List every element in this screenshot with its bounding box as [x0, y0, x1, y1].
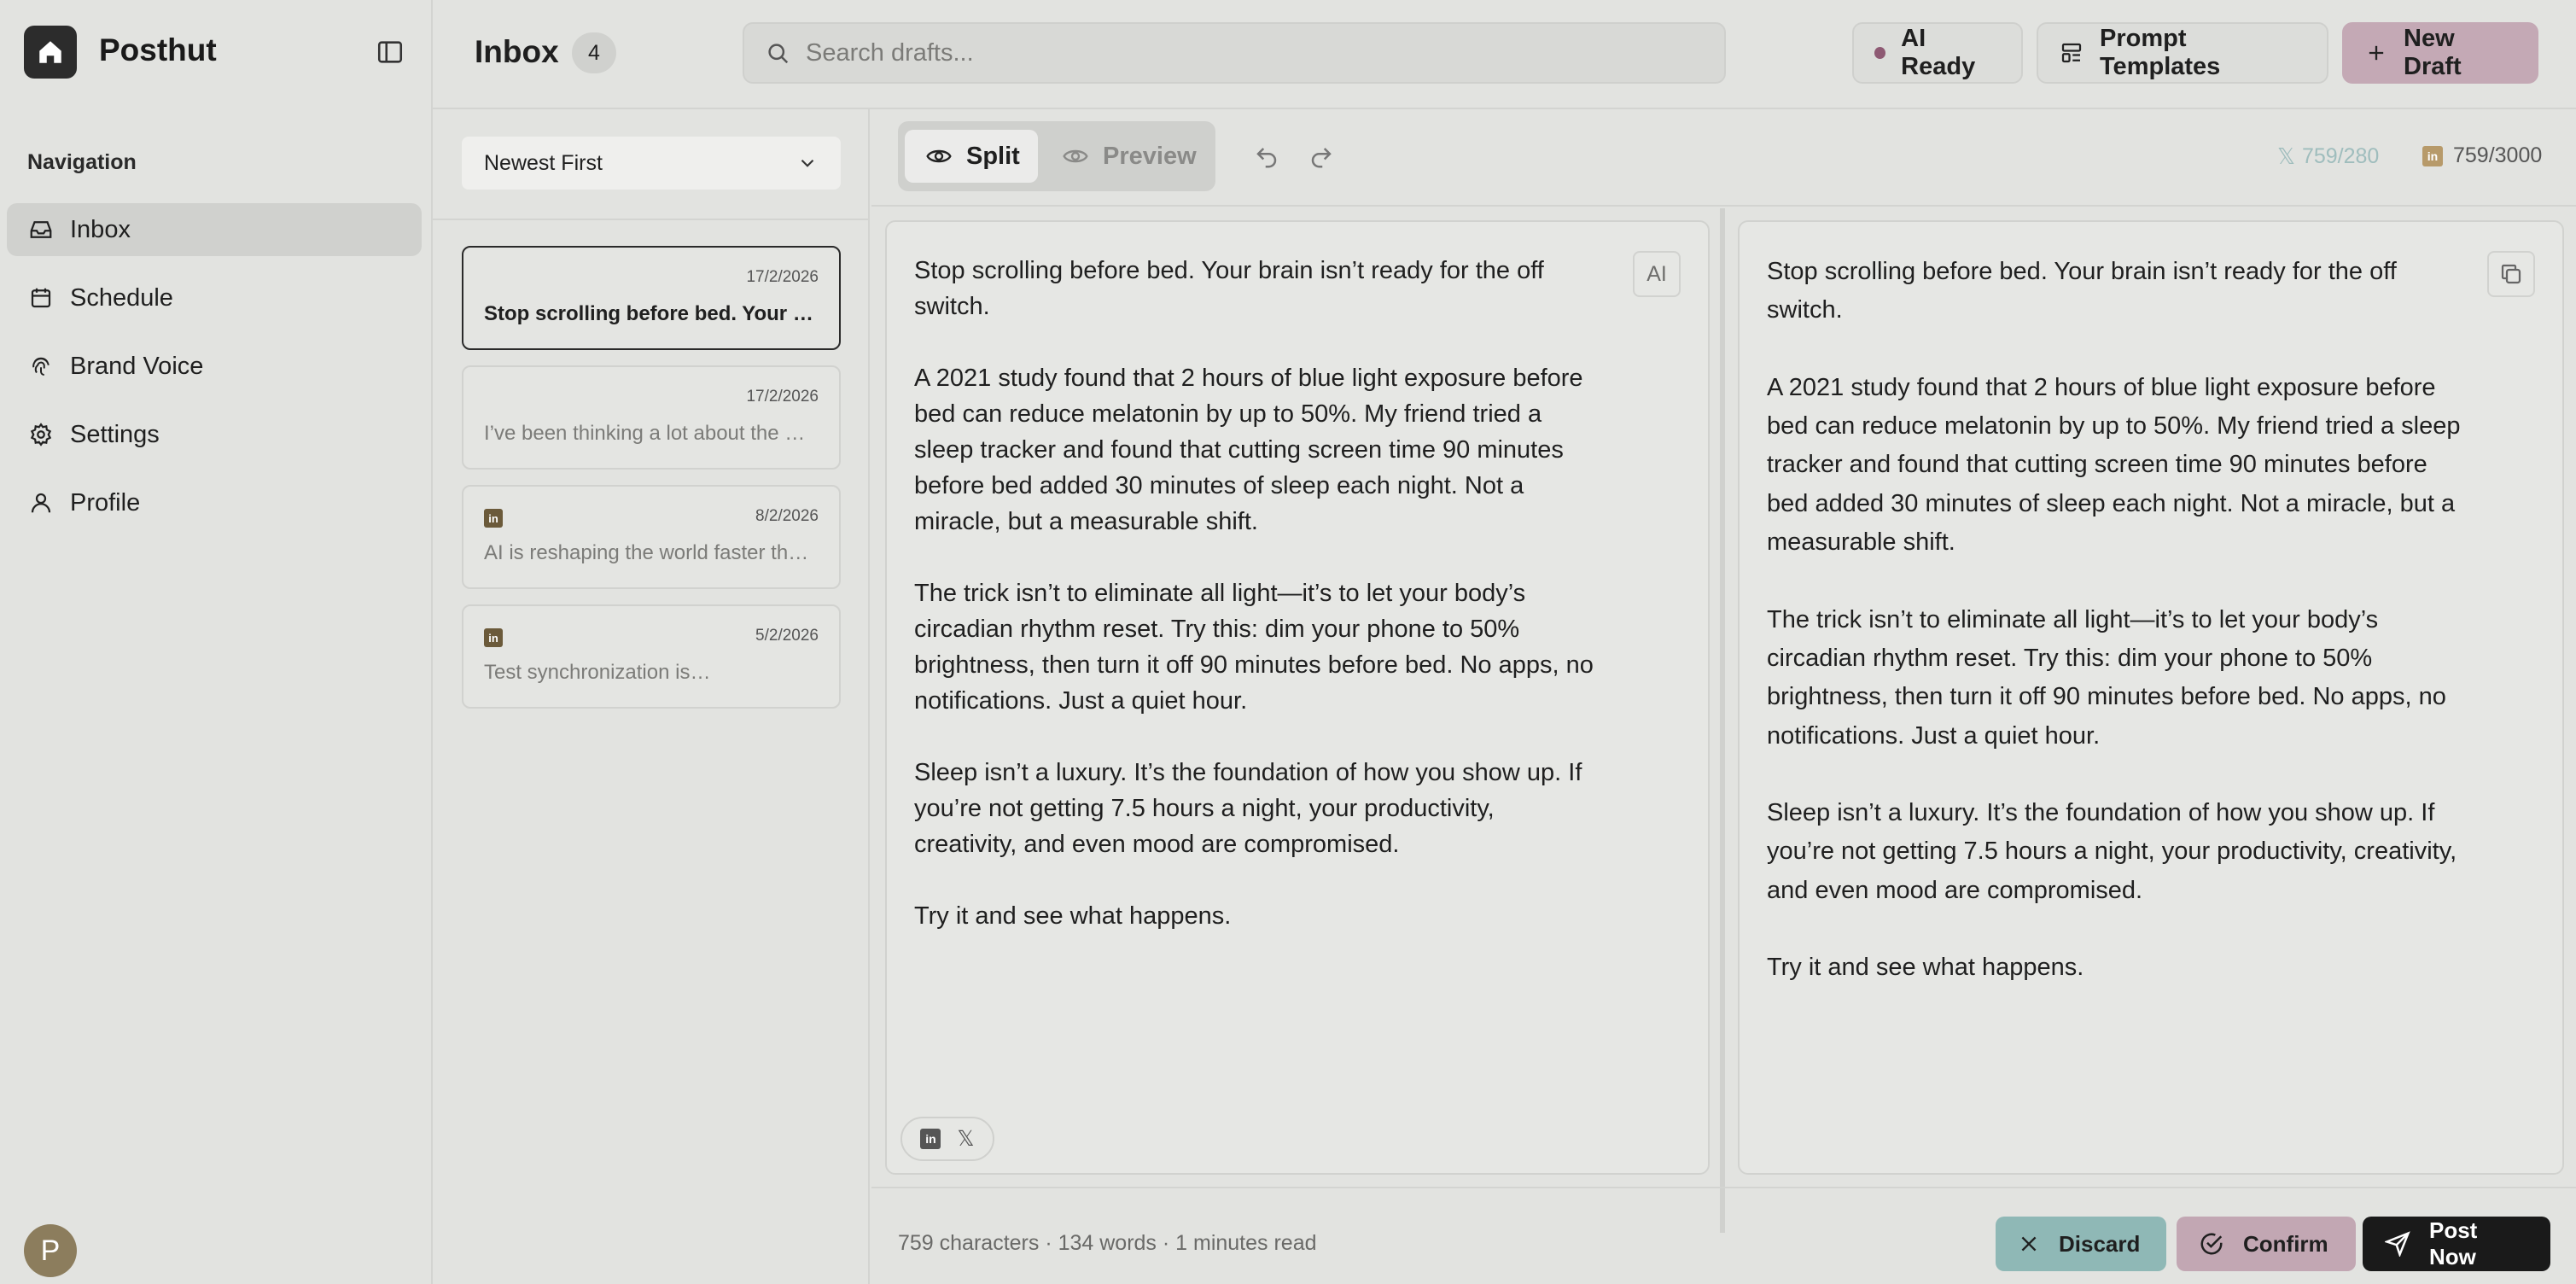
- search-icon: [765, 40, 790, 66]
- avatar[interactable]: P: [24, 1224, 77, 1277]
- preview-text: Stop scrolling before bed. Your brain is…: [1767, 258, 2461, 982]
- sidebar-item-inbox[interactable]: Inbox: [7, 203, 422, 256]
- draft-card[interactable]: in 5/2/2026 Test synchronization is…: [462, 604, 841, 709]
- ai-status-dot: [1874, 47, 1886, 59]
- sidebar-toggle-icon[interactable]: [376, 38, 405, 67]
- draft-preview: Test synchronization is…: [484, 661, 711, 684]
- editor-pane[interactable]: Stop scrolling before bed. Your brain is…: [885, 220, 1710, 1175]
- sidebar-item-label: Brand Voice: [70, 352, 204, 380]
- linkedin-count-text: 759/3000: [2453, 143, 2543, 167]
- sort-dropdown[interactable]: Newest First: [462, 137, 841, 190]
- gear-icon: [27, 421, 55, 448]
- sidebar-item-label: Schedule: [70, 283, 173, 312]
- split-label: Split: [966, 142, 1020, 170]
- linkedin-icon: in: [2422, 145, 2443, 166]
- redo-icon[interactable]: [1304, 140, 1338, 174]
- draft-card[interactable]: 17/2/2026 Stop scrolling before bed. You…: [462, 246, 841, 350]
- confirm-label: Confirm: [2243, 1230, 2328, 1257]
- check-circle-icon: [2199, 1231, 2224, 1257]
- close-icon: [2018, 1233, 2040, 1255]
- eye-icon: [1062, 143, 1089, 170]
- sidebar-item-schedule[interactable]: Schedule: [7, 271, 422, 324]
- sidebar: Posthut Navigation Inbox Schedule Brand …: [0, 0, 433, 1284]
- app-name: Posthut: [99, 32, 217, 67]
- draft-card[interactable]: in 8/2/2026 AI is reshaping the world fa…: [462, 485, 841, 589]
- ai-status-label: AI Ready: [1901, 25, 1976, 80]
- copy-icon[interactable]: [2487, 251, 2535, 297]
- draft-date: 8/2/2026: [755, 507, 819, 525]
- post-now-button[interactable]: Post Now: [2363, 1217, 2550, 1271]
- nav-heading: Navigation: [27, 150, 137, 174]
- linkedin-icon: in: [484, 509, 503, 528]
- x-logo-icon[interactable]: 𝕏: [957, 1126, 974, 1152]
- sidebar-item-profile[interactable]: Profile: [7, 476, 422, 529]
- platform-selector[interactable]: in 𝕏: [900, 1117, 994, 1161]
- logo-home-icon[interactable]: [24, 26, 77, 79]
- post-now-label: Post Now: [2429, 1217, 2478, 1269]
- draft-date: 17/2/2026: [746, 388, 819, 406]
- draft-preview: AI is reshaping the world faster than we…: [484, 541, 819, 564]
- search-bar[interactable]: [743, 22, 1726, 84]
- sort-value: Newest First: [484, 150, 603, 175]
- template-icon: [2059, 40, 2084, 66]
- linkedin-char-count: in 759/3000: [2422, 143, 2542, 168]
- sidebar-item-brand-voice[interactable]: Brand Voice: [7, 340, 422, 393]
- chevron-down-icon: [796, 152, 819, 174]
- calendar-icon: [27, 284, 55, 312]
- sidebar-item-settings[interactable]: Settings: [7, 408, 422, 461]
- ai-assist-button[interactable]: AI: [1633, 251, 1681, 297]
- sidebar-item-label: Settings: [70, 420, 160, 448]
- preview-label: Preview: [1103, 142, 1197, 170]
- draft-card[interactable]: 17/2/2026 I’ve been thinking a lot about…: [462, 365, 841, 470]
- new-draft-label: New Draft: [2404, 25, 2462, 80]
- send-icon: [2385, 1231, 2410, 1257]
- prompt-templates-label: Prompt Templates: [2100, 25, 2221, 80]
- sidebar-item-label: Profile: [70, 488, 141, 517]
- page-title: Inbox: [475, 34, 559, 69]
- draft-date: 5/2/2026: [755, 627, 819, 645]
- draft-preview: I’ve been thinking a lot about the way w…: [484, 422, 819, 445]
- user-icon: [27, 489, 55, 517]
- ai-status-button[interactable]: AI Ready: [1852, 22, 2023, 84]
- sidebar-item-label: Inbox: [70, 215, 131, 243]
- editor-textarea[interactable]: Stop scrolling before bed. Your brain is…: [914, 253, 1597, 934]
- pane-resize-handle[interactable]: [1720, 208, 1725, 1233]
- new-draft-button[interactable]: New Draft: [2342, 22, 2538, 84]
- confirm-button[interactable]: Confirm: [2177, 1217, 2356, 1271]
- eye-icon: [925, 143, 953, 170]
- preview-pane: Stop scrolling before bed. Your brain is…: [1738, 220, 2564, 1175]
- plus-icon: [2364, 41, 2388, 65]
- split-mode-button[interactable]: Split: [905, 130, 1038, 183]
- discard-button[interactable]: Discard: [1996, 1217, 2166, 1271]
- divider: [433, 219, 870, 220]
- draft-preview: Stop scrolling before bed. Your brain is…: [484, 302, 819, 325]
- x-logo-icon: 𝕏: [2277, 143, 2295, 169]
- prompt-templates-button[interactable]: Prompt Templates: [2037, 22, 2328, 84]
- x-char-count: 𝕏 759/280: [2277, 143, 2379, 170]
- linkedin-icon: in: [484, 628, 503, 647]
- undo-icon[interactable]: [1250, 140, 1284, 174]
- inbox-icon: [27, 216, 55, 243]
- inbox-count-badge: 4: [572, 32, 616, 73]
- fingerprint-icon: [27, 353, 55, 380]
- x-count-text: 759/280: [2301, 144, 2380, 168]
- draft-date: 17/2/2026: [746, 268, 819, 286]
- linkedin-icon[interactable]: in: [920, 1129, 941, 1149]
- preview-mode-button[interactable]: Preview: [1041, 130, 1209, 183]
- search-input[interactable]: [806, 38, 1659, 67]
- discard-label: Discard: [2059, 1230, 2141, 1257]
- draft-stats: 759 characters · 134 words · 1 minutes r…: [898, 1231, 1317, 1255]
